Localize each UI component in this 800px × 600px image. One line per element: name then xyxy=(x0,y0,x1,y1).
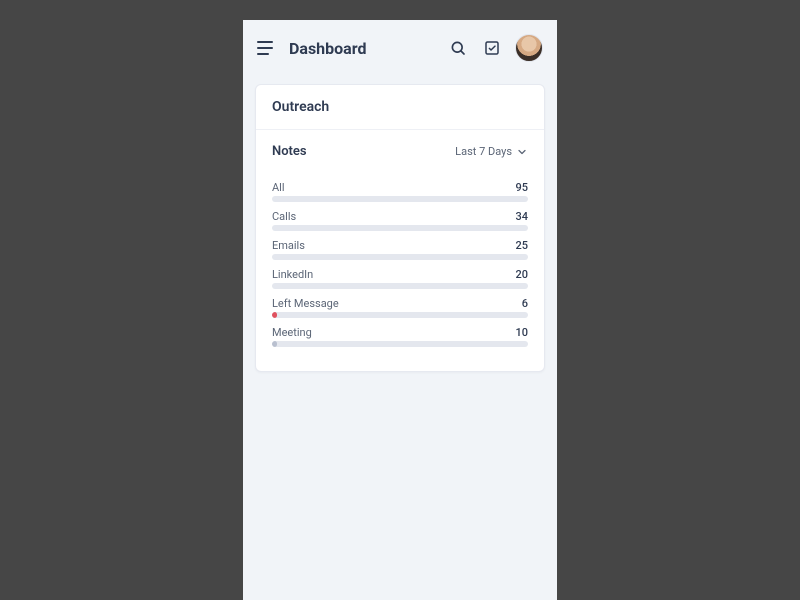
date-range-dropdown[interactable]: Last 7 Days xyxy=(455,145,528,158)
card-subheader: Notes Last 7 Days xyxy=(256,130,544,167)
bar-row[interactable]: Calls 34 xyxy=(272,202,528,231)
bar-value: 34 xyxy=(515,210,528,223)
chevron-down-icon xyxy=(516,146,528,158)
bar-track xyxy=(272,312,528,318)
page-title: Dashboard xyxy=(289,39,366,58)
bar-label: Emails xyxy=(272,239,305,252)
bar-row[interactable]: LinkedIn 20 xyxy=(272,260,528,289)
notes-bar-list: All 95 Calls 34 Emails 25 LinkedIn 20 Left Messa… xyxy=(256,167,544,371)
bar-value: 20 xyxy=(515,268,528,281)
bar-track xyxy=(272,283,528,289)
bar-value: 6 xyxy=(522,297,528,310)
bar-track xyxy=(272,341,528,347)
bar-fill xyxy=(272,341,277,347)
search-icon[interactable] xyxy=(447,37,469,59)
bar-label: LinkedIn xyxy=(272,268,313,281)
tasks-icon[interactable] xyxy=(481,37,503,59)
bar-row[interactable]: All 95 xyxy=(272,173,528,202)
date-range-label: Last 7 Days xyxy=(455,145,512,158)
app-frame: Dashboard Outreach Notes Last 7 Days All… xyxy=(243,20,557,600)
bar-row[interactable]: Meeting 10 xyxy=(272,318,528,347)
bar-track xyxy=(272,225,528,231)
bar-label: Calls xyxy=(272,210,296,223)
section-label: Notes xyxy=(272,144,307,159)
bar-track xyxy=(272,196,528,202)
bar-label: Meeting xyxy=(272,326,312,339)
bar-row[interactable]: Left Message 6 xyxy=(272,289,528,318)
bar-value: 95 xyxy=(515,181,528,194)
menu-icon[interactable] xyxy=(257,38,277,58)
card-title: Outreach xyxy=(256,85,544,130)
outreach-card: Outreach Notes Last 7 Days All 95 Calls 34 E… xyxy=(255,84,545,372)
bar-label: Left Message xyxy=(272,297,339,310)
bar-label: All xyxy=(272,181,285,194)
bar-value: 25 xyxy=(515,239,528,252)
bar-value: 10 xyxy=(515,326,528,339)
bar-track xyxy=(272,254,528,260)
bar-fill xyxy=(272,312,277,318)
top-bar: Dashboard xyxy=(243,20,557,72)
avatar[interactable] xyxy=(515,34,543,62)
bar-row[interactable]: Emails 25 xyxy=(272,231,528,260)
